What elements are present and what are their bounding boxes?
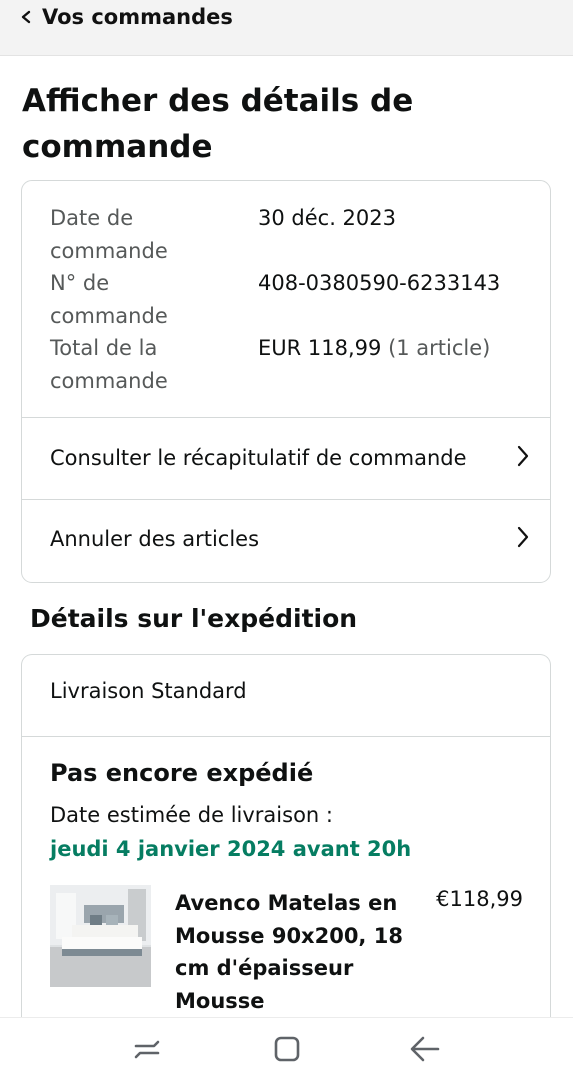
- order-number-label: N° de commande: [50, 271, 168, 328]
- estimated-delivery-date: jeudi 4 janvier 2024 avant 20h: [50, 837, 412, 861]
- estimated-delivery-label: Date estimée de livraison :: [50, 803, 333, 827]
- order-number-value: 408-0380590-6233143: [258, 271, 501, 295]
- chevron-right-icon: [516, 444, 530, 472]
- shipping-section-title: Détails sur l'expédition: [30, 604, 358, 633]
- order-date-label: Date de commande: [50, 206, 168, 263]
- back-to-orders-link[interactable]: Vos commandes: [20, 4, 233, 30]
- page-title: Afficher des détails de commande: [22, 83, 414, 165]
- divider: [22, 736, 550, 737]
- product-title-link[interactable]: Avenco Matelas en Mousse 90x200, 18 cm d…: [175, 887, 405, 1017]
- view-order-summary-label: Consulter le récapitulatif de commande: [50, 446, 467, 470]
- chevron-left-icon: [20, 4, 32, 30]
- shipment-card: Livraison Standard Pas encore expédié Da…: [21, 654, 551, 1074]
- back-icon[interactable]: [405, 1034, 445, 1064]
- home-icon[interactable]: [267, 1034, 307, 1064]
- order-date-value: 30 déc. 2023: [258, 206, 396, 230]
- cancel-items-link[interactable]: Annuler des articles: [22, 499, 550, 579]
- cancel-items-label: Annuler des articles: [50, 527, 260, 551]
- product-thumbnail[interactable]: [50, 885, 151, 987]
- order-total-value-wrap: EUR 118,99 (1 article): [258, 332, 490, 365]
- system-navigation-bar: [0, 1017, 573, 1074]
- shipment-status: Pas encore expédié: [50, 759, 314, 787]
- view-order-summary-link[interactable]: Consulter le récapitulatif de commande: [22, 418, 550, 498]
- top-bar: Vos commandes: [0, 0, 573, 56]
- order-summary-card: Date de commande 30 déc. 2023 N° de comm…: [21, 180, 551, 583]
- order-item-count: (1 article): [388, 336, 491, 360]
- product-price: €118,99: [436, 887, 523, 911]
- order-total-value: EUR 118,99: [258, 336, 382, 360]
- recents-icon[interactable]: [127, 1034, 167, 1064]
- shipping-method: Livraison Standard: [50, 679, 247, 703]
- chevron-right-icon: [516, 525, 530, 553]
- back-link-label: Vos commandes: [42, 5, 233, 29]
- order-total-label: Total de la commande: [50, 336, 168, 393]
